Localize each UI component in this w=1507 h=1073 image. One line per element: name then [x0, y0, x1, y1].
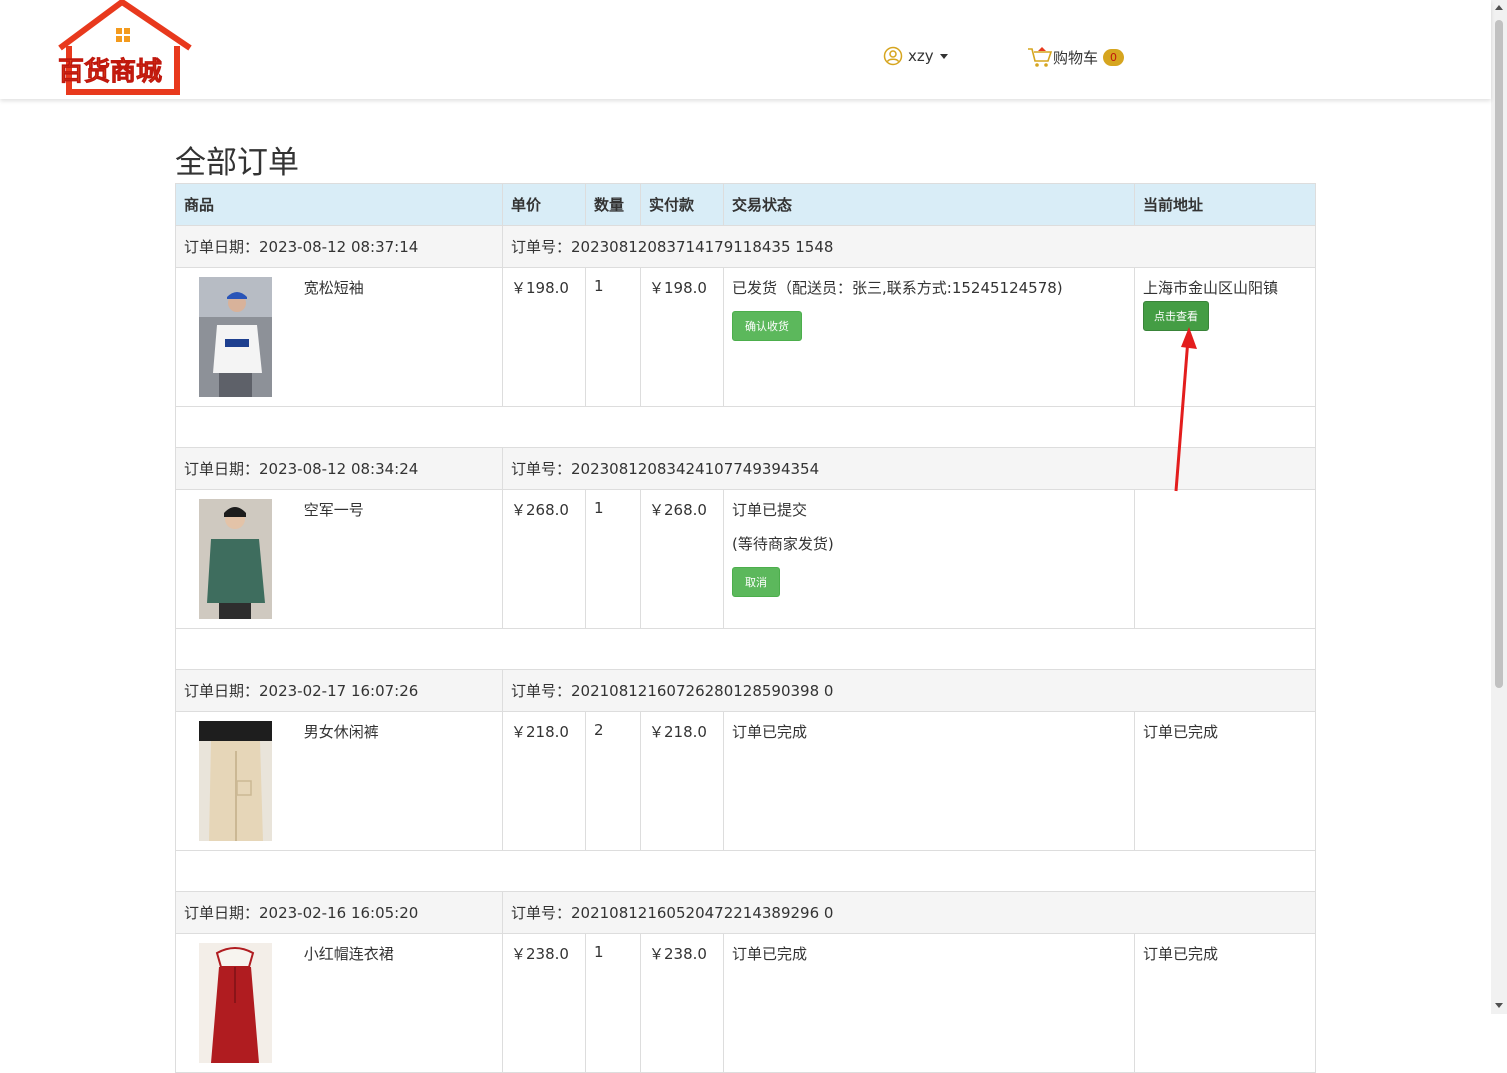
address-cell: 订单已完成 — [1134, 933, 1316, 1073]
scroll-up-icon[interactable] — [1495, 5, 1503, 10]
table-header-row: 商品 单价 数量 实付款 交易状态 当前地址 — [175, 183, 1316, 226]
column-header-status: 交易状态 — [723, 183, 1135, 226]
unit-price: ￥268.0 — [502, 489, 586, 629]
order-date: 订单日期：2023-02-17 16:07:26 — [175, 669, 503, 712]
order-status: 已发货（配送员：张三,联系方式:15245124578) — [732, 279, 1063, 297]
order-number: 订单号：20210812160520472214389296 0 — [502, 891, 1316, 934]
paid-amount: ￥198.0 — [640, 267, 724, 407]
quantity: 1 — [585, 267, 641, 407]
paid-amount: ￥218.0 — [640, 711, 724, 851]
status-cell: 订单已完成 — [723, 711, 1135, 851]
cart-icon — [1028, 47, 1053, 67]
unit-price: ￥218.0 — [502, 711, 586, 851]
order-status: 订单已完成 — [732, 945, 808, 963]
order-status: 订单已提交 — [732, 501, 808, 519]
product-name[interactable]: 小红帽连衣裙 — [304, 943, 394, 964]
confirm-receipt-button[interactable]: 确认收货 — [732, 311, 802, 341]
annotation-arrow — [1174, 327, 1197, 492]
svg-text:百货商城: 百货商城 — [58, 56, 162, 87]
order-item-row: 空军一号 ￥268.0 1 ￥268.0 订单已提交 (等待商家发货) 取消 — [175, 489, 1316, 629]
page-title: 全部订单 — [175, 145, 299, 181]
order-item-row: 男女休闲裤 ￥218.0 2 ￥218.0 订单已完成 订单已完成 — [175, 711, 1316, 851]
product-image[interactable] — [199, 943, 272, 1063]
order-item-row: 宽松短袖 ￥198.0 1 ￥198.0 已发货（配送员：张三,联系方式:152… — [175, 267, 1316, 407]
order-date: 订单日期：2023-08-12 08:37:14 — [175, 225, 503, 268]
order-item-row: 小红帽连衣裙 ￥238.0 1 ￥238.0 订单已完成 订单已完成 — [175, 933, 1316, 1073]
order-meta-row: 订单日期：2023-02-16 16:05:20 订单号：20210812160… — [175, 891, 1316, 934]
spacer-row — [175, 406, 1316, 448]
user-menu[interactable]: xzy — [883, 45, 948, 67]
orders-table: 商品 单价 数量 实付款 交易状态 当前地址 订单日期：2023-08-12 0… — [175, 183, 1316, 1073]
status-cell: 订单已提交 (等待商家发货) 取消 — [723, 489, 1135, 629]
order-meta-row: 订单日期：2023-08-12 08:34:24 订单号：20230812083… — [175, 447, 1316, 490]
scrollbar[interactable] — [1491, 0, 1507, 1014]
order-number: 订单号：20210812160726280128590398 0 — [502, 669, 1316, 712]
order-meta-row: 订单日期：2023-08-12 08:37:14 订单号：20230812083… — [175, 225, 1316, 268]
column-header-product: 商品 — [175, 183, 503, 226]
order-status: 订单已完成 — [732, 723, 808, 741]
column-header-address: 当前地址 — [1134, 183, 1316, 226]
paid-amount: ￥238.0 — [640, 933, 724, 1073]
column-header-paid: 实付款 — [640, 183, 724, 226]
order-status-note: (等待商家发货) — [732, 535, 834, 553]
cart-label: 购物车 — [1053, 48, 1099, 67]
column-header-quantity: 数量 — [585, 183, 641, 226]
product-name[interactable]: 男女休闲裤 — [304, 721, 379, 742]
address-cell — [1134, 489, 1316, 629]
user-icon — [883, 46, 903, 66]
status-cell: 订单已完成 — [723, 933, 1135, 1073]
product-cell: 空军一号 — [175, 489, 503, 629]
order-date: 订单日期：2023-08-12 08:34:24 — [175, 447, 503, 490]
spacer-row — [175, 628, 1316, 670]
quantity: 2 — [585, 711, 641, 851]
product-cell: 男女休闲裤 — [175, 711, 503, 851]
order-number: 订单号：20230812083714179118435 1548 — [502, 225, 1316, 268]
product-image[interactable] — [199, 499, 272, 619]
unit-price: ￥238.0 — [502, 933, 586, 1073]
site-logo[interactable]: 百货商城 — [52, 0, 194, 97]
product-image[interactable] — [199, 721, 272, 841]
order-date: 订单日期：2023-02-16 16:05:20 — [175, 891, 503, 934]
cancel-order-button[interactable]: 取消 — [732, 567, 780, 597]
product-image[interactable] — [199, 277, 272, 397]
cart-count-badge: 0 — [1103, 48, 1125, 66]
top-header: 百货商城 xzy 购物车 0 — [0, 0, 1491, 99]
scroll-down-icon[interactable] — [1495, 1003, 1503, 1008]
unit-price: ￥198.0 — [502, 267, 586, 407]
chevron-down-icon — [939, 53, 948, 59]
paid-amount: ￥268.0 — [640, 489, 724, 629]
current-address: 上海市金山区山阳镇 — [1143, 279, 1279, 297]
spacer-row — [175, 850, 1316, 892]
username: xzy — [908, 47, 934, 65]
quantity: 1 — [585, 489, 641, 629]
scrollbar-thumb[interactable] — [1495, 20, 1503, 688]
order-meta-row: 订单日期：2023-02-17 16:07:26 订单号：20210812160… — [175, 669, 1316, 712]
product-cell: 宽松短袖 — [175, 267, 503, 407]
product-name[interactable]: 空军一号 — [304, 499, 364, 520]
address-cell: 订单已完成 — [1134, 711, 1316, 851]
column-header-price: 单价 — [502, 183, 586, 226]
status-cell: 已发货（配送员：张三,联系方式:15245124578) 确认收货 — [723, 267, 1135, 407]
product-cell: 小红帽连衣裙 — [175, 933, 503, 1073]
quantity: 1 — [585, 933, 641, 1073]
product-name[interactable]: 宽松短袖 — [304, 277, 364, 298]
cart-link[interactable]: 购物车 0 — [1027, 45, 1125, 69]
